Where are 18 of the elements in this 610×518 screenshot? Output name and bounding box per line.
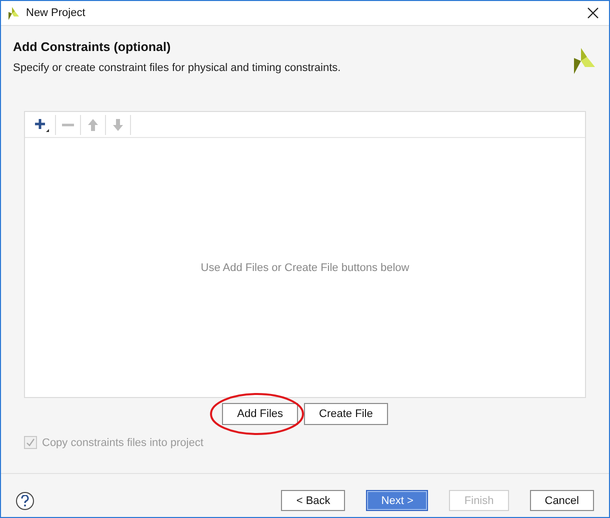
file-action-button[interactable]: Add Files (222, 403, 298, 425)
arrow-down-icon (111, 118, 125, 132)
question-mark-icon (20, 494, 30, 506)
window-title: New Project (26, 7, 86, 19)
close-icon (587, 7, 599, 19)
wizard-button[interactable]: Next > (366, 490, 428, 511)
checkbox-label: Copy constraints files into project (42, 436, 204, 448)
arrow-up-icon (86, 118, 100, 132)
plus-icon (34, 116, 50, 132)
page-description: Specify or create constraint files for physical and timing constraints. (13, 62, 342, 74)
help-button[interactable] (16, 492, 34, 510)
wizard-button[interactable]: < Back (281, 490, 346, 511)
wizard-button[interactable]: Cancel (530, 490, 594, 511)
page-title: Add Constraints (optional) (13, 40, 172, 54)
empty-message: Use Add Files or Create File buttons below (200, 262, 410, 274)
file-action-button[interactable]: Create File (304, 403, 388, 425)
logo-icon (571, 48, 597, 74)
app-icon (7, 6, 20, 20)
